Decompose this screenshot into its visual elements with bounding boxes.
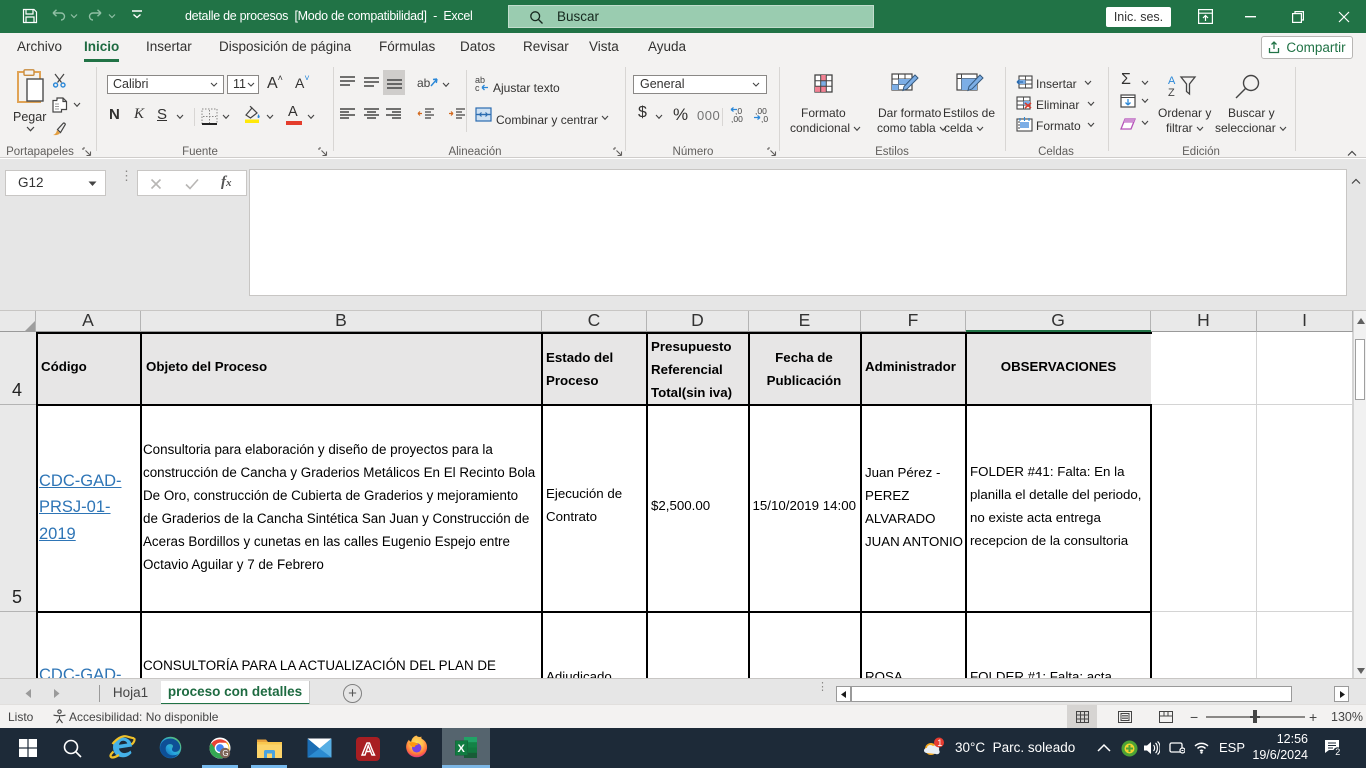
svg-text:A: A (1168, 75, 1176, 87)
svg-text:Z: Z (1168, 87, 1175, 99)
svg-text:c: c (475, 83, 480, 92)
svg-text:,0: ,0 (761, 114, 768, 123)
svg-text:1: 1 (937, 738, 942, 748)
svg-text:2: 2 (1335, 747, 1340, 756)
svg-text:X: X (458, 743, 466, 755)
svg-text:,00: ,00 (731, 114, 743, 123)
svg-text:G: G (222, 749, 228, 758)
svg-text:ab: ab (417, 76, 431, 90)
